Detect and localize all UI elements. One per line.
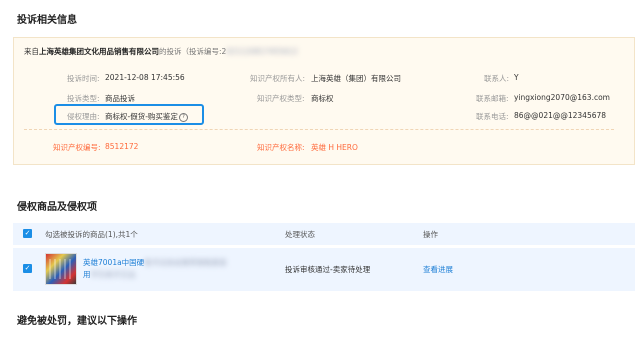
complaint-time-value: 2021-12-08 17:45:56 [105,73,185,82]
complaint-number-hidden: 021120817455612 [226,47,298,56]
processing-status: 投诉审核通过-卖家待处理 [285,265,371,274]
product-row-checkbox[interactable]: ✓ [23,264,32,273]
ip-type-value: 商标权 [311,94,334,103]
phone-label: 联系电话: [476,112,509,121]
reason-label: 侵权理由: [67,112,100,121]
product-title-line2[interactable]: 用学生练字正品 [83,269,136,280]
ip-type-label: 知识产权类型: [257,94,305,103]
complaint-header: 来自上海英雄集团文化用品销售有限公司的投诉（投诉编号:2021120817455… [24,46,298,57]
product-title-line2-visible: 用 [83,270,91,279]
card-divider [24,129,614,130]
reason-value: 商标权-假货-购买鉴定 [105,112,178,121]
phone-value: 86@@021@@12345678 [514,111,607,120]
email-label: 联系邮箱: [476,94,509,103]
header-suffix: 的投诉（投诉编号:2 [159,47,227,56]
ip-owner-value: 上海英雄（集团）有限公司 [311,74,401,83]
complaint-type-value: 商品投诉 [105,94,135,103]
select-all-label: 勾选被投诉的商品(1),共1个 [45,230,138,239]
help-icon[interactable]: ? [178,113,188,122]
product-thumbnail[interactable] [45,253,77,285]
email-value: yingxiong2070@163.com [514,93,610,102]
complaint-time-label: 投诉时间: [67,74,100,83]
contact-label: 联系人: [484,74,510,83]
view-progress-link[interactable]: 查看进展 [423,264,453,275]
advice-title: 避免被处罚，建议以下操作 [17,316,137,327]
product-title-line2-hidden: 学生练字正品 [90,270,136,279]
ip-name-value: 英雄 H HERO [311,143,358,152]
header-prefix: 来自 [24,47,39,56]
reason-value-wrap: 商标权-假货-购买鉴定? [105,111,188,122]
ip-name-label: 知识产权名称: [257,143,305,152]
product-title-line1[interactable]: 英雄7001a中国硬笔书法协会推荐钢笔套装 [83,257,227,268]
select-all-checkbox[interactable]: ✓ [23,229,32,238]
complaint-type-label: 投诉类型: [67,94,100,103]
action-column-header: 操作 [423,230,438,239]
complaint-info-title: 投诉相关信息 [17,15,77,26]
product-title-hidden: 笔书法协会推荐钢笔套装 [144,258,227,267]
ip-number-label: 知识产权编号: [53,143,101,152]
product-title-visible: 英雄7001a中国硬 [83,258,145,267]
contact-value: Y [514,73,519,82]
complainant-company: 上海英雄集团文化用品销售有限公司 [39,47,159,56]
ip-owner-label: 知识产权所有人: [250,74,306,83]
status-column-header: 处理状态 [285,230,315,239]
infringing-products-title: 侵权商品及侵权项 [17,202,97,213]
ip-number-value: 8512172 [105,142,139,151]
